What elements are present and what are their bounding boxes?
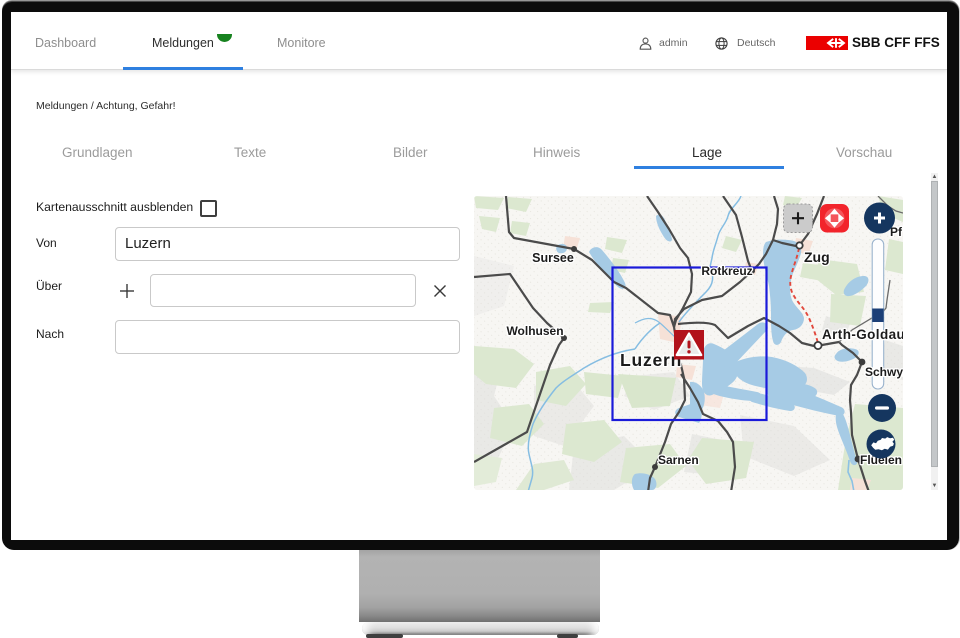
svg-text:Arth-Goldau: Arth-Goldau [822, 327, 903, 342]
svg-text:Zug: Zug [804, 249, 830, 265]
svg-text:Wolhusen: Wolhusen [506, 324, 563, 338]
svg-text:Sursee: Sursee [532, 251, 574, 265]
svg-text:Rotkreuz: Rotkreuz [701, 264, 752, 278]
svg-text:Luzern: Luzern [620, 350, 682, 370]
svg-text:Schwyz: Schwyz [865, 365, 903, 379]
svg-text:Sarnen: Sarnen [658, 453, 699, 467]
